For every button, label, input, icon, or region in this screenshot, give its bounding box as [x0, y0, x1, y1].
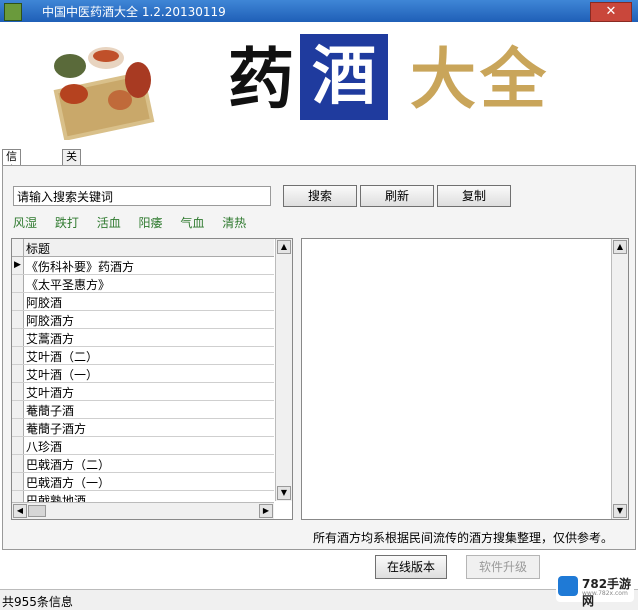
- search-input[interactable]: 请输入搜索关键词: [13, 186, 271, 206]
- row-indicator: [12, 437, 24, 454]
- row-title[interactable]: 艾叶酒（二）: [26, 348, 98, 365]
- quick-filter-dieda[interactable]: 跌打: [55, 216, 79, 230]
- table-row[interactable]: 阿胶酒: [12, 293, 274, 311]
- row-indicator: [12, 383, 24, 400]
- row-indicator: [12, 311, 24, 328]
- scroll-down-icon[interactable]: ▼: [613, 504, 627, 518]
- disclaimer-note: 所有酒方均系根据民间流传的酒方搜集整理，仅供参考。: [313, 531, 614, 545]
- table-row[interactable]: 艾叶酒（一）: [12, 365, 274, 383]
- row-title[interactable]: 艾叶酒方: [26, 384, 74, 401]
- scroll-right-icon[interactable]: ▶: [259, 504, 273, 518]
- title-bar: 中国中医药酒大全 1.2.20130119 ✕: [0, 0, 638, 22]
- tab-about-us[interactable]: 关于我们: [62, 149, 81, 205]
- quick-filter-qingre[interactable]: 清热: [222, 216, 246, 230]
- banner-title-daquan: 大全: [410, 40, 550, 118]
- scroll-thumb[interactable]: [28, 505, 46, 517]
- quick-filter-fengshi[interactable]: 风湿: [13, 216, 37, 230]
- watermark: 782手游网 www.782x.com: [556, 572, 634, 608]
- table-row[interactable]: ▶ 《伤科补要》药酒方: [12, 257, 274, 275]
- quick-filter-yangwei[interactable]: 阳痿: [139, 216, 163, 230]
- banner: 药 酒 大全: [0, 22, 638, 148]
- tab-info-management[interactable]: 信息管理: [2, 149, 21, 205]
- row-title[interactable]: 菴蕳子酒: [26, 402, 74, 419]
- row-title[interactable]: 艾蒿酒方: [26, 330, 74, 347]
- table-row[interactable]: 艾叶酒方: [12, 383, 274, 401]
- copy-button[interactable]: 复制: [437, 185, 511, 207]
- main-panel: 请输入搜索关键词 搜索 刷新 复制 风湿 跌打 活血 阳痿 气血 清热 标题 ▶…: [2, 165, 636, 550]
- row-title[interactable]: 《伤科补要》药酒方: [26, 258, 134, 275]
- record-count: 共955条信息: [2, 595, 73, 609]
- content-vertical-scrollbar[interactable]: ▲ ▼: [611, 239, 628, 519]
- search-button[interactable]: 搜索: [283, 185, 357, 207]
- selected-row-icon: ▶: [12, 257, 24, 274]
- list-vertical-scrollbar[interactable]: ▲ ▼: [275, 239, 292, 501]
- table-row[interactable]: 《太平圣惠方》: [12, 275, 274, 293]
- row-indicator: [12, 455, 24, 472]
- banner-title-jiu: 酒: [300, 34, 388, 120]
- row-indicator: [12, 419, 24, 436]
- row-indicator: [12, 401, 24, 418]
- row-indicator: [12, 347, 24, 364]
- row-indicator: [12, 329, 24, 346]
- row-title[interactable]: 菴蕳子酒方: [26, 420, 86, 437]
- row-title[interactable]: 阿胶酒: [26, 294, 62, 311]
- row-title[interactable]: 阿胶酒方: [26, 312, 74, 329]
- header-corner: [12, 239, 24, 256]
- row-title[interactable]: 艾叶酒（一）: [26, 366, 98, 383]
- recipe-list: 标题 ▶ 《伤科补要》药酒方 《太平圣惠方》 阿胶酒 阿胶酒方 艾蒿酒方 艾叶酒（…: [11, 238, 293, 520]
- table-row[interactable]: 巴戟酒方（二）: [12, 455, 274, 473]
- list-header-title[interactable]: 标题: [26, 240, 50, 257]
- window-title: 中国中医药酒大全 1.2.20130119: [42, 5, 226, 19]
- row-indicator: [12, 275, 24, 292]
- list-horizontal-scrollbar[interactable]: ◀ ▶: [12, 502, 274, 519]
- close-button[interactable]: ✕: [590, 2, 632, 22]
- table-row[interactable]: 艾蒿酒方: [12, 329, 274, 347]
- list-header: 标题: [12, 239, 274, 257]
- table-row[interactable]: 巴戟酒方（一）: [12, 473, 274, 491]
- scroll-up-icon[interactable]: ▲: [277, 240, 291, 254]
- scroll-down-icon[interactable]: ▼: [277, 486, 291, 500]
- app-icon: [4, 3, 22, 21]
- row-indicator: [12, 365, 24, 382]
- table-row[interactable]: 八珍酒: [12, 437, 274, 455]
- tea-set-image: [53, 47, 155, 140]
- row-title[interactable]: 《太平圣惠方》: [26, 276, 110, 293]
- row-title[interactable]: 巴戟酒方（二）: [26, 456, 110, 473]
- banner-title-yao: 药: [228, 40, 294, 118]
- refresh-button[interactable]: 刷新: [360, 185, 434, 207]
- software-upgrade-button[interactable]: 软件升级: [466, 555, 540, 579]
- scroll-up-icon[interactable]: ▲: [613, 240, 627, 254]
- table-row[interactable]: 艾叶酒（二）: [12, 347, 274, 365]
- quick-filters: 风湿 跌打 活血 阳痿 气血 清热: [13, 214, 260, 231]
- online-version-button[interactable]: 在线版本: [375, 555, 447, 579]
- row-indicator: [12, 473, 24, 490]
- watermark-url: www.782x.com: [582, 590, 628, 597]
- quick-filter-qixue[interactable]: 气血: [180, 216, 204, 230]
- status-bar: 共955条信息: [0, 589, 638, 610]
- watermark-logo-icon: [558, 576, 578, 596]
- table-row[interactable]: 阿胶酒方: [12, 311, 274, 329]
- recipe-content-area[interactable]: ▲ ▼: [301, 238, 629, 520]
- table-row[interactable]: 菴蕳子酒方: [12, 419, 274, 437]
- row-title[interactable]: 八珍酒: [26, 438, 62, 455]
- table-row[interactable]: 菴蕳子酒: [12, 401, 274, 419]
- row-title[interactable]: 巴戟酒方（一）: [26, 474, 110, 491]
- scroll-left-icon[interactable]: ◀: [13, 504, 27, 518]
- quick-filter-huoxue[interactable]: 活血: [97, 216, 121, 230]
- row-indicator: [12, 293, 24, 310]
